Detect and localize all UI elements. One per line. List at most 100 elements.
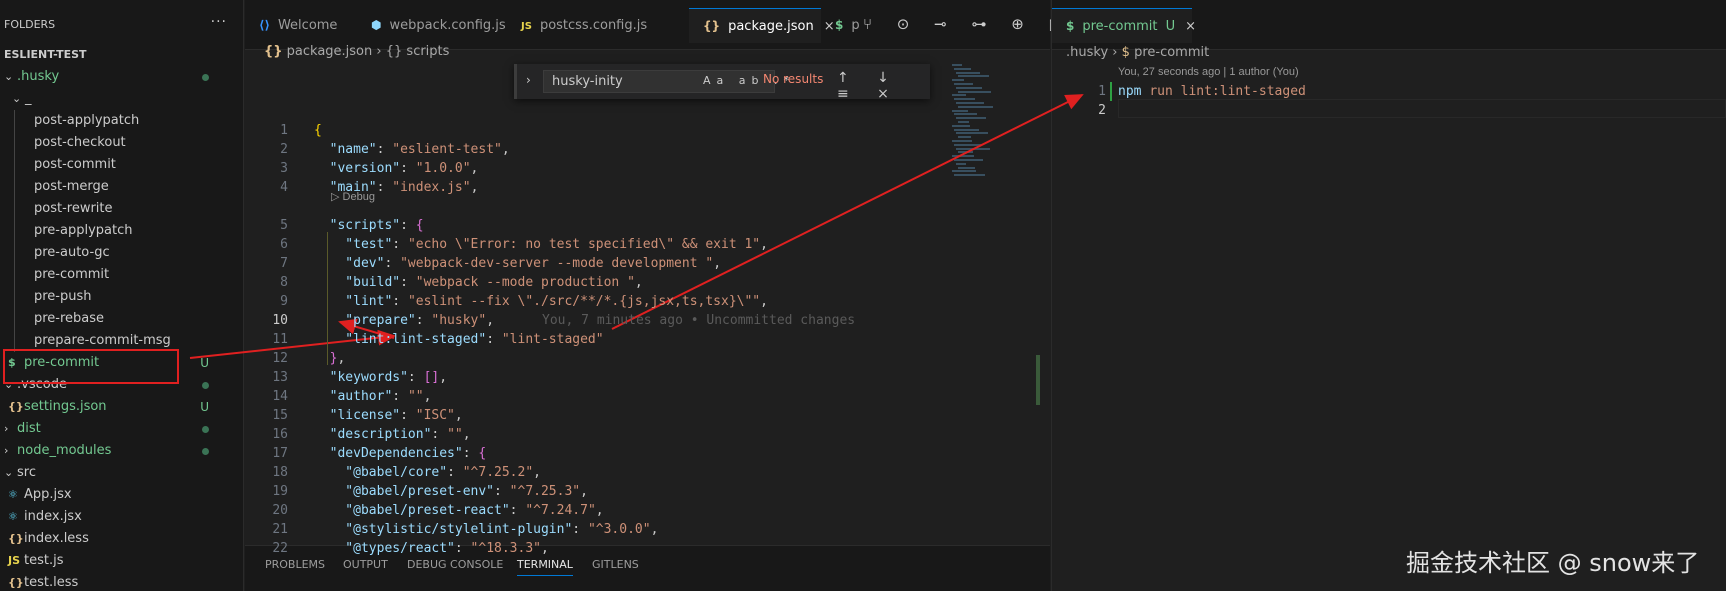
line-number: 5 (280, 218, 288, 233)
tree-item[interactable]: pre-applypatch (0, 220, 243, 242)
code-token: "^7.25.3" (509, 484, 581, 499)
tab-postcss-config[interactable]: JS postcss.config.js (507, 8, 647, 43)
tree-item[interactable]: {} test.less (0, 572, 243, 591)
tab-package-json[interactable]: {} package.json × (689, 8, 835, 43)
tree-item[interactable]: post-commit (0, 154, 243, 176)
chevron-right-icon[interactable]: › (4, 418, 8, 440)
chevron-right-icon[interactable]: › (4, 440, 8, 462)
git-status-dot (202, 382, 209, 389)
minimap-line (954, 67, 971, 70)
chevron-down-icon[interactable]: ⌄ (4, 66, 13, 88)
tree-item[interactable]: › dist (0, 418, 243, 440)
code-token: "license" (314, 408, 401, 423)
code-token: "^7.24.7" (525, 503, 596, 518)
code-token: "^18.3.3" (470, 541, 541, 556)
find-nav-icons[interactable]: ↑ ↓ ≡ × (837, 70, 930, 102)
code-token: "dev" (314, 256, 385, 271)
line-number: 7 (280, 256, 288, 271)
tree-item[interactable]: {} index.less (0, 528, 243, 550)
minimap[interactable] (950, 64, 998, 184)
breadcrumb-folder[interactable]: .husky (1066, 45, 1108, 60)
code-token: , (439, 370, 448, 385)
line-number: 18 (272, 465, 288, 480)
tab-welcome[interactable]: ⟨⟩ Welcome (245, 8, 357, 43)
code-token: npm (1118, 84, 1142, 99)
minimap-line (954, 113, 977, 116)
tree-item[interactable]: pre-auto-gc (0, 242, 243, 264)
tab-webpack-config[interactable]: ⬢ webpack.config.js (357, 8, 507, 43)
tab-pre-commit[interactable]: $ pre-commit U × (1052, 8, 1196, 43)
tab-problems[interactable]: PROBLEMS (265, 558, 325, 571)
chevron-down-icon[interactable]: ⌄ (4, 462, 13, 484)
tree-item-label: prepare-commit-msg (34, 333, 171, 348)
tree-item[interactable]: {} settings.json U (0, 396, 243, 418)
minimap-line (954, 98, 975, 101)
shell-icon: $ (8, 356, 16, 369)
tree-item[interactable]: post-checkout (0, 132, 243, 154)
tree-item[interactable]: post-rewrite (0, 198, 243, 220)
tree-item[interactable]: $ pre-commit U (0, 352, 243, 374)
breadcrumb-symbol[interactable]: scripts (406, 44, 449, 59)
indent-guide (14, 286, 15, 308)
tree-item-label: post-applypatch (34, 113, 140, 128)
line-number: 17 (272, 446, 288, 461)
code-token: : (400, 218, 416, 233)
tab-pre-commit-partial[interactable]: $ p (821, 8, 861, 43)
project-root[interactable]: ESLIENT-TEST (0, 48, 243, 66)
tree-item[interactable]: post-merge (0, 176, 243, 198)
react-icon: ⚛ (8, 510, 18, 523)
tree-item[interactable]: prepare-commit-msg (0, 330, 243, 352)
code-token: "prepare" (314, 313, 416, 328)
tree-item[interactable]: pre-push (0, 286, 243, 308)
tree-item[interactable]: JS test.js (0, 550, 243, 572)
tree-item[interactable]: pre-commit (0, 264, 243, 286)
close-icon[interactable]: × (1185, 19, 1196, 34)
tab-terminal[interactable]: TERMINAL (517, 558, 573, 576)
chevron-down-icon[interactable]: ⌄ (12, 88, 21, 110)
tree-item-label: pre-applypatch (34, 223, 133, 238)
more-actions-icon[interactable]: ··· (211, 14, 227, 30)
breadcrumb-separator: › (1112, 45, 1118, 60)
bracket-guide (327, 232, 328, 365)
tree-item[interactable]: ⚛ App.jsx (0, 484, 243, 506)
line-number: 15 (272, 408, 288, 423)
chevron-down-icon[interactable]: ⌄ (4, 374, 13, 396)
code-token: : (400, 275, 416, 290)
tree-item[interactable]: ⌄ _ (0, 88, 243, 110)
line-number: 3 (280, 161, 288, 176)
git-status-dot (202, 448, 209, 455)
gitlens-blame-header[interactable]: You, 27 seconds ago | 1 author (You) (1118, 66, 1299, 78)
explorer-sidebar: FOLDERS ··· ESLIENT-TEST ⌄ .husky ⌄ _ post-a… (0, 0, 244, 591)
git-status-dot (202, 74, 209, 81)
code-token: "main" (314, 180, 377, 195)
code-token: "@babel/preset-react" (314, 503, 510, 518)
tree-item[interactable]: ⌄ src (0, 462, 243, 484)
minimap-line (956, 86, 982, 89)
tree-item[interactable]: ⚛ index.jsx (0, 506, 243, 528)
tree-item[interactable]: post-applypatch (0, 110, 243, 132)
minimap-line (954, 83, 973, 85)
code-line: "prepare": "husky", You, 7 minutes ago • … (314, 311, 855, 330)
minimap-line (952, 140, 972, 142)
tree-item[interactable]: ⌄ .vscode (0, 374, 243, 396)
tree-item[interactable]: › node_modules (0, 440, 243, 462)
indent-guide (14, 176, 15, 198)
minimap-line (954, 174, 985, 177)
breadcrumb-file[interactable]: pre-commit (1134, 45, 1209, 60)
chevron-right-icon[interactable]: › (526, 73, 531, 87)
minimap-line (952, 155, 974, 158)
tree-item-label: index.jsx (24, 509, 82, 524)
inline-blame[interactable]: You, 7 minutes ago • Uncommitted changes (542, 313, 855, 328)
tree-item[interactable]: pre-rebase (0, 308, 243, 330)
code-token: , (580, 484, 588, 499)
tab-debug-console[interactable]: DEBUG CONSOLE (407, 558, 503, 571)
code-token: , (423, 389, 432, 404)
tab-gitlens[interactable]: GITLENS (592, 558, 639, 571)
minimap-line (952, 124, 970, 127)
untracked-badge: U (1165, 19, 1176, 34)
tree-item-label: dist (17, 421, 41, 436)
indent-guide (14, 110, 15, 132)
tree-item[interactable]: ⌄ .husky (0, 66, 243, 88)
breadcrumb-file[interactable]: package.json (287, 44, 373, 59)
tab-output[interactable]: OUTPUT (343, 558, 388, 571)
